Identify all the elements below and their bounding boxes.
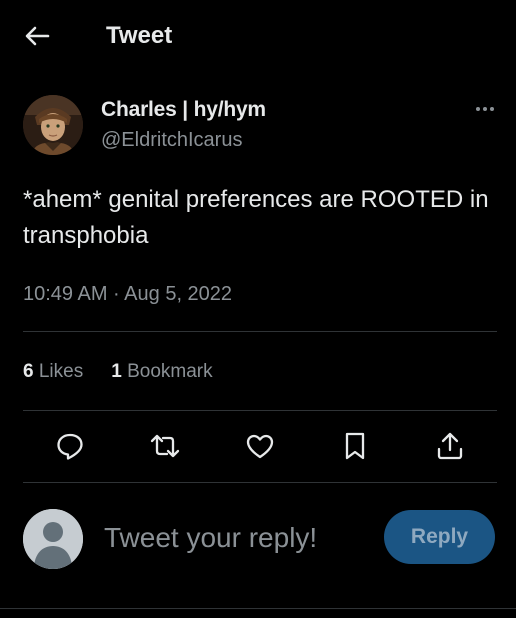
bottom-divider (0, 608, 516, 609)
bookmarks-stat[interactable]: 1 Bookmark (111, 359, 212, 385)
bookmark-action-button[interactable] (337, 428, 373, 464)
divider (23, 331, 497, 332)
like-action-button[interactable] (242, 428, 278, 464)
more-dot (490, 107, 494, 111)
author-avatar[interactable] (23, 95, 83, 155)
like-icon (246, 434, 274, 459)
likes-count: 6 (23, 361, 34, 382)
author-handle[interactable]: @EldritchIcarus (101, 127, 242, 153)
more-dot (476, 107, 480, 111)
bookmark-icon (345, 432, 365, 460)
bookmarks-label: Bookmark (127, 361, 213, 382)
avatar-image (23, 95, 83, 155)
retweet-action-button[interactable] (147, 428, 183, 464)
back-arrow-icon (25, 26, 50, 46)
author-display-name[interactable]: Charles | hy/hym (101, 96, 266, 124)
share-action-button[interactable] (432, 428, 468, 464)
retweet-icon (150, 434, 180, 458)
divider (23, 410, 497, 411)
tweet-text: *ahem* genital preferences are ROOTED in… (23, 186, 489, 249)
back-button[interactable] (14, 20, 60, 52)
divider (23, 482, 497, 483)
engagement-stats: 6 Likes 1 Bookmark (23, 359, 213, 385)
default-avatar-icon (23, 509, 83, 569)
more-dot (483, 107, 487, 111)
likes-label: Likes (38, 361, 84, 382)
user-avatar[interactable] (23, 509, 83, 569)
share-icon (437, 432, 463, 460)
page-title: Tweet (106, 22, 173, 49)
bookmarks-count: 1 (111, 361, 122, 382)
more-options-button[interactable] (470, 96, 500, 122)
reply-icon (57, 433, 83, 460)
tweet-timestamp[interactable]: 10:49 AM · Aug 5, 2022 (23, 281, 232, 307)
reply-button[interactable]: Reply (384, 510, 495, 564)
reply-input[interactable] (104, 516, 364, 560)
reply-action-button[interactable] (52, 428, 88, 464)
likes-stat[interactable]: 6 Likes (23, 359, 83, 385)
